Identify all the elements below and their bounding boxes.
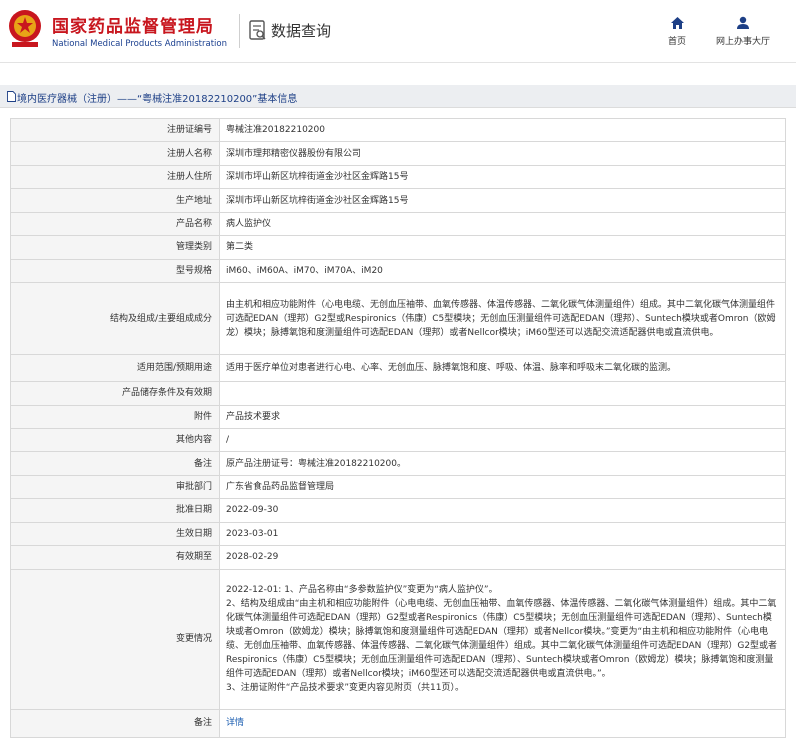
nav-home-label: 首页 bbox=[667, 37, 686, 47]
change-line: 2、结构及组成由“由主机和相应功能附件（心电电缆、无创血压袖带、血氧传感器、体温… bbox=[226, 599, 778, 680]
row-value: 深圳市理邦精密仪器股份有限公司 bbox=[219, 141, 786, 166]
row-label: 备注 bbox=[10, 708, 220, 738]
table-row: 审批部门 广东省食品药品监督管理局 bbox=[10, 474, 786, 500]
user-icon bbox=[737, 16, 749, 29]
table-row: 注册人名称 深圳市理邦精密仪器股份有限公司 bbox=[10, 141, 786, 166]
row-label: 有效期至 bbox=[10, 545, 220, 570]
row-label: 注册人住所 bbox=[10, 164, 220, 190]
table-row: 适用范围/预期用途 适用于医疗单位对患者进行心电、心率、无创血压、脉搏氧饱和度、呼… bbox=[10, 354, 786, 383]
table-row: 产品储存条件及有效期 bbox=[10, 381, 786, 406]
nav-online-office[interactable]: 网上办事大厅 bbox=[712, 16, 774, 47]
record-title: 境内医疗器械（注册）——“粤械注准20182210200”基本信息 bbox=[17, 94, 298, 105]
row-label: 注册证编号 bbox=[10, 117, 220, 143]
details-link[interactable]: 详情 bbox=[226, 718, 244, 728]
table-row: 型号规格 iM60、iM60A、iM70、iM70A、iM20 bbox=[10, 258, 786, 284]
site-subtitle: National Medical Products Administration bbox=[52, 39, 227, 49]
nav-online-office-label: 网上办事大厅 bbox=[715, 37, 770, 47]
table-row: 其他内容 / bbox=[10, 427, 786, 453]
row-value: 广东省食品药品监督管理局 bbox=[219, 474, 786, 500]
change-line: 3、注册证附件“产品技术要求”变更内容见附页（共11页）。 bbox=[226, 683, 465, 694]
row-label: 其他内容 bbox=[10, 427, 220, 453]
table-row: 备注 原产品注册证号：粤械注准20182210200。 bbox=[10, 451, 786, 476]
row-value: 产品技术要求 bbox=[219, 404, 786, 429]
row-label: 注册人名称 bbox=[10, 141, 220, 166]
table-row: 注册证编号 粤械注准20182210200 bbox=[10, 117, 786, 143]
row-label: 结构及组成/主要组成成分 bbox=[10, 282, 220, 356]
row-value: 病人监护仪 bbox=[219, 211, 786, 237]
row-label: 生效日期 bbox=[10, 521, 220, 547]
row-label: 适用范围/预期用途 bbox=[10, 354, 220, 383]
change-line: 2022-12-01: 1、产品名称由“多参数监护仪”变更为“病人监护仪”。 bbox=[226, 585, 498, 596]
row-value: / bbox=[219, 427, 786, 453]
table-row: 有效期至 2028-02-29 bbox=[10, 545, 786, 570]
data-query-icon bbox=[249, 20, 266, 40]
table-row: 管理类别 第二类 bbox=[10, 235, 786, 260]
row-value: 2022-09-30 bbox=[219, 498, 786, 523]
row-label: 附件 bbox=[10, 404, 220, 429]
record-titlebar: 境内医疗器械（注册）——“粤械注准20182210200”基本信息 bbox=[0, 85, 796, 108]
table-row: 注册人住所 深圳市坪山新区坑梓街道金沙社区金辉路15号 bbox=[10, 164, 786, 190]
row-value: 粤械注准20182210200 bbox=[219, 117, 786, 143]
document-icon bbox=[7, 91, 16, 102]
site-title: 国家药品监督管理局 bbox=[52, 17, 214, 37]
section-title: 数据查询 bbox=[271, 22, 332, 40]
table-row: 备注 详情 bbox=[10, 708, 786, 738]
row-label: 管理类别 bbox=[10, 235, 220, 260]
row-value: 深圳市坪山新区坑梓街道金沙社区金辉路15号 bbox=[219, 164, 786, 190]
row-label: 型号规格 bbox=[10, 258, 220, 284]
row-value: 2023-03-01 bbox=[219, 521, 786, 547]
row-label: 产品储存条件及有效期 bbox=[10, 381, 220, 406]
row-value: iM60、iM60A、iM70、iM70A、iM20 bbox=[219, 258, 786, 284]
row-value: 深圳市坪山新区坑梓街道金沙社区金辉路15号 bbox=[219, 188, 786, 213]
row-value: 适用于医疗单位对患者进行心电、心率、无创血压、脉搏氧饱和度、呼吸、体温、脉率和呼… bbox=[219, 354, 786, 383]
table-row: 结构及组成/主要组成成分 由主机和相应功能附件（心电电缆、无创血压袖带、血氧传感器… bbox=[10, 282, 786, 356]
row-label: 审批部门 bbox=[10, 474, 220, 500]
change-history: 2022-12-01: 1、产品名称由“多参数监护仪”变更为“病人监护仪”。 2… bbox=[219, 568, 786, 710]
nav-home[interactable]: 首页 bbox=[663, 16, 691, 47]
row-value: 第二类 bbox=[219, 235, 786, 260]
row-value: 2028-02-29 bbox=[219, 545, 786, 570]
row-label: 批准日期 bbox=[10, 498, 220, 523]
table-row: 生产地址 深圳市坪山新区坑梓街道金沙社区金辉路15号 bbox=[10, 188, 786, 213]
row-value: 由主机和相应功能附件（心电电缆、无创血压袖带、血氧传感器、体温传感器、二氧化碳气… bbox=[219, 282, 786, 356]
home-icon bbox=[670, 17, 684, 29]
row-value bbox=[219, 381, 786, 406]
row-label: 产品名称 bbox=[10, 211, 220, 237]
row-value: 原产品注册证号：粤械注准20182210200。 bbox=[219, 451, 786, 476]
table-row: 生效日期 2023-03-01 bbox=[10, 521, 786, 547]
site-header: 国家药品监督管理局 National Medical Products Admi… bbox=[0, 0, 796, 63]
row-value: 详情 bbox=[219, 708, 786, 738]
header-divider bbox=[239, 14, 240, 48]
row-label: 备注 bbox=[10, 451, 220, 476]
record-detail-table: 注册证编号 粤械注准20182210200 注册人名称 深圳市理邦精密仪器股份有限公… bbox=[10, 117, 786, 738]
table-row: 变更情况 2022-12-01: 1、产品名称由“多参数监护仪”变更为“病人监护… bbox=[10, 568, 786, 710]
row-label: 变更情况 bbox=[10, 568, 220, 710]
table-row: 附件 产品技术要求 bbox=[10, 404, 786, 429]
row-label: 生产地址 bbox=[10, 188, 220, 213]
table-row: 产品名称 病人监护仪 bbox=[10, 211, 786, 237]
table-row: 批准日期 2022-09-30 bbox=[10, 498, 786, 523]
emblem-icon bbox=[9, 10, 41, 47]
